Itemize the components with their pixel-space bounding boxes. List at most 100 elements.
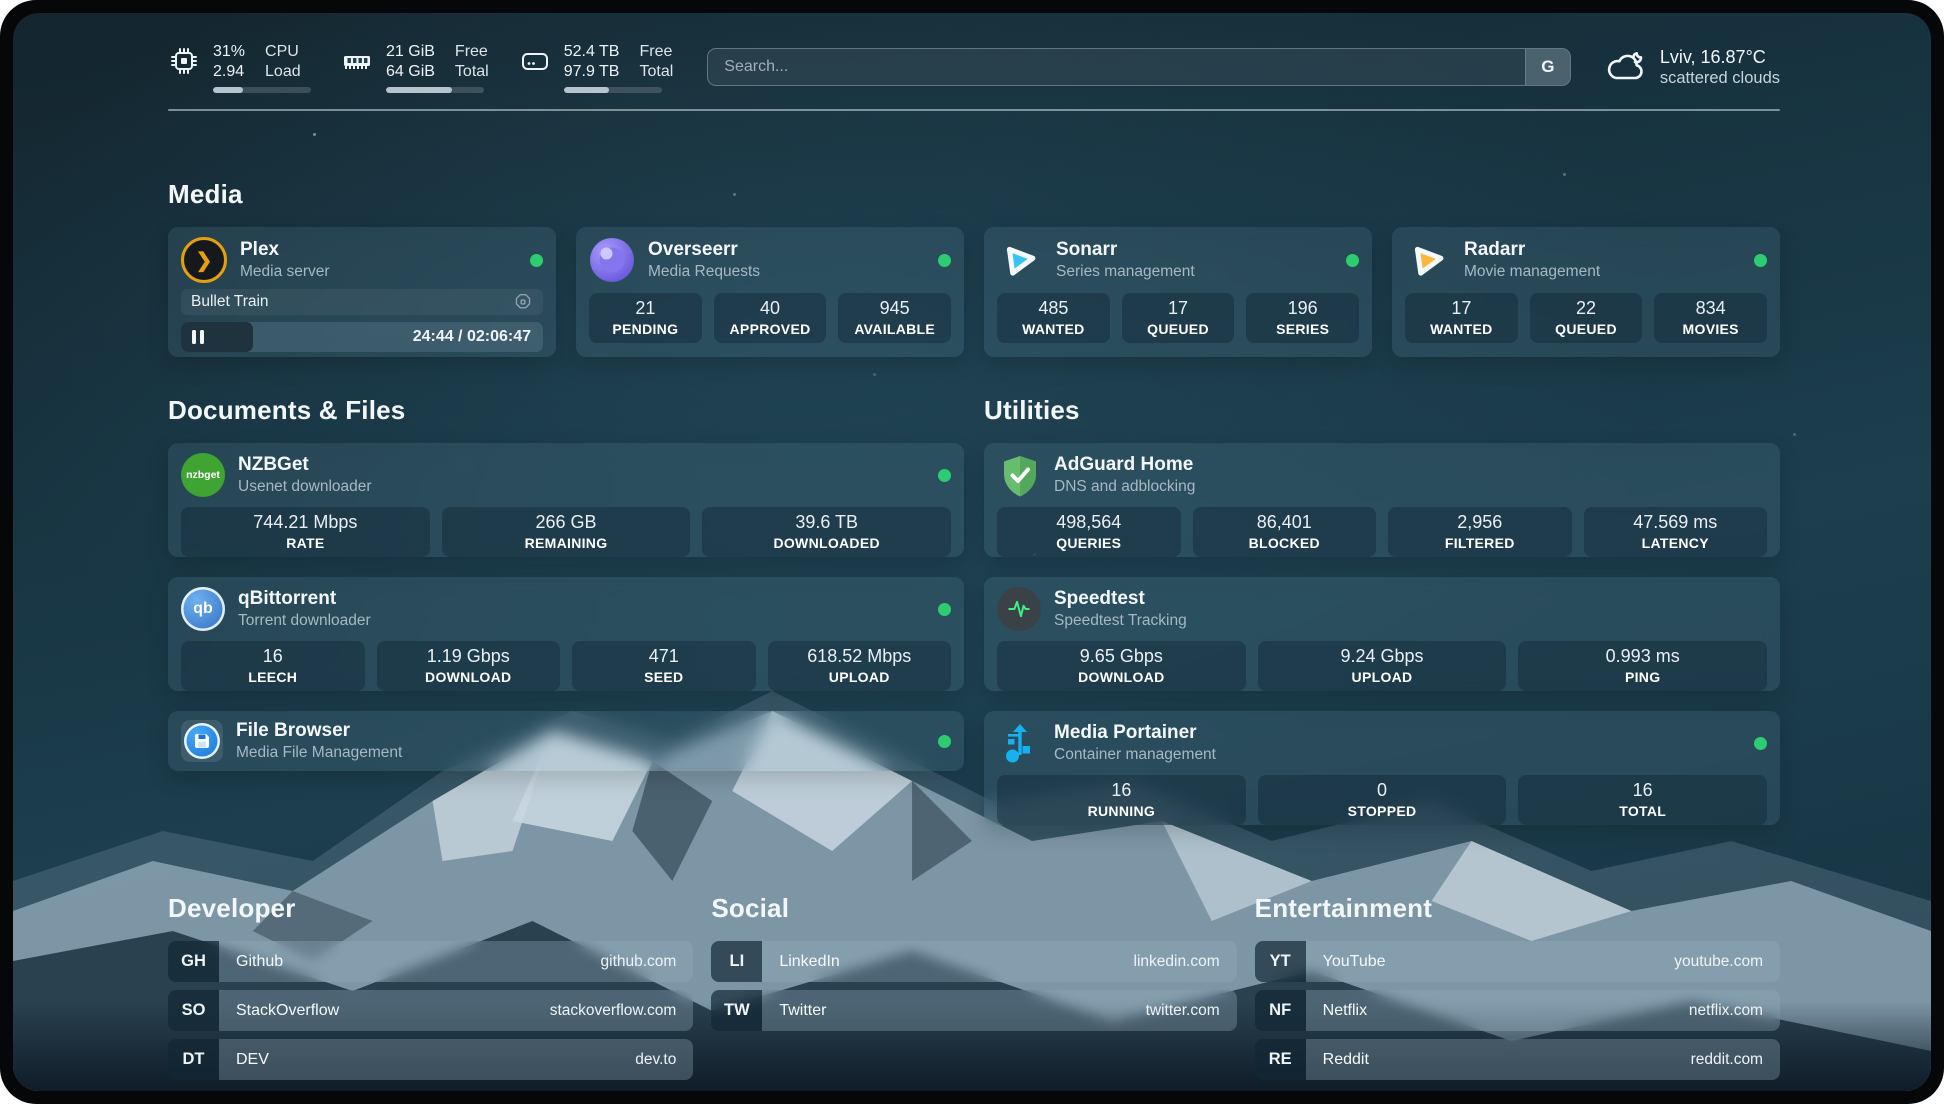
speedtest-icon: [997, 587, 1041, 631]
bookmark-name: Twitter: [779, 1002, 826, 1020]
status-dot: [938, 254, 951, 267]
stat-label: WANTED: [1022, 321, 1084, 338]
stat-label: LEECH: [248, 669, 297, 686]
stat-box: 86,401 BLOCKED: [1193, 507, 1377, 557]
status-dot: [530, 254, 543, 267]
memory-total-value: 64 GiB: [386, 62, 435, 82]
card-portainer[interactable]: Media Portainer Container management 16 …: [984, 711, 1780, 825]
stat-value: 485: [1038, 298, 1068, 319]
stat-label: TOTAL: [1619, 803, 1666, 820]
bookmark-dev[interactable]: DT DEV dev.to: [168, 1039, 693, 1080]
bookmark-url: github.com: [601, 953, 677, 971]
service-name: Media Portainer: [1054, 721, 1216, 745]
service-desc: Movie management: [1464, 262, 1600, 282]
stat-label: APPROVED: [730, 321, 811, 338]
cpu-label: CPU: [265, 42, 301, 62]
memory-widget: 21 GiB 64 GiB Free Total: [341, 42, 489, 93]
stat-label: SEED: [644, 669, 683, 686]
service-name: Speedtest: [1054, 587, 1187, 611]
disk-progress-bar: [564, 87, 662, 93]
bookmark-stackoverflow[interactable]: SO StackOverflow stackoverflow.com: [168, 990, 693, 1031]
stat-label: MOVIES: [1683, 321, 1739, 338]
stat-value: 86,401: [1257, 512, 1312, 533]
bookmark-abbr: LI: [711, 941, 762, 982]
stat-box: 834 MOVIES: [1654, 293, 1767, 343]
memory-icon: [341, 45, 373, 77]
status-dot: [1346, 254, 1359, 267]
stat-label: DOWNLOADED: [773, 535, 879, 552]
pause-icon[interactable]: [192, 330, 204, 344]
status-dot: [938, 603, 951, 616]
service-desc: Torrent downloader: [238, 611, 371, 631]
stat-label: AVAILABLE: [854, 321, 935, 338]
stat-label: LATENCY: [1642, 535, 1709, 552]
stat-value: 21: [635, 298, 655, 319]
card-speedtest[interactable]: Speedtest Speedtest Tracking 9.65 Gbps D…: [984, 577, 1780, 691]
cpu-load-label: Load: [265, 62, 301, 82]
service-name: File Browser: [236, 719, 402, 743]
stat-value: 2,956: [1457, 512, 1502, 533]
search-provider-button[interactable]: G: [1525, 49, 1570, 85]
stat-box: 40 APPROVED: [714, 293, 827, 343]
disk-widget: 52.4 TB 97.9 TB Free Total: [519, 42, 674, 93]
stat-value: 618.52 Mbps: [807, 646, 911, 667]
memory-total-label: Total: [455, 62, 489, 82]
stat-value: 22: [1576, 298, 1596, 319]
bookmark-linkedin[interactable]: LI LinkedIn linkedin.com: [711, 941, 1236, 982]
service-name: AdGuard Home: [1054, 453, 1195, 477]
card-radarr[interactable]: Radarr Movie management 17 WANTED 22: [1392, 227, 1780, 357]
section-title-media: Media: [168, 177, 1780, 211]
bookmark-netflix[interactable]: NF Netflix netflix.com: [1255, 990, 1780, 1031]
memory-free-label: Free: [455, 42, 489, 62]
section-title-utilities: Utilities: [984, 393, 1780, 427]
bookmark-github[interactable]: GH Github github.com: [168, 941, 693, 982]
card-adguard[interactable]: AdGuard Home DNS and adblocking 498,564 …: [984, 443, 1780, 557]
service-desc: Media Requests: [648, 262, 760, 282]
stat-value: 47.569 ms: [1633, 512, 1717, 533]
card-filebrowser[interactable]: File Browser Media File Management: [168, 711, 964, 771]
playback-time: 24:44 / 02:06:47: [413, 322, 531, 352]
cpu-widget: 31% 2.94 CPU Load: [168, 42, 311, 93]
bookmark-youtube[interactable]: YT YouTube youtube.com: [1255, 941, 1780, 982]
stat-value: 16: [263, 646, 283, 667]
stat-label: SERIES: [1276, 321, 1329, 338]
memory-free-value: 21 GiB: [386, 42, 435, 62]
stat-value: 471: [649, 646, 679, 667]
stat-value: 1.19 Gbps: [427, 646, 510, 667]
service-name: Sonarr: [1056, 238, 1195, 262]
bookmark-reddit[interactable]: RE Reddit reddit.com: [1255, 1039, 1780, 1080]
settings-icon[interactable]: [513, 292, 533, 312]
card-overseerr[interactable]: Overseerr Media Requests 21 PENDING 40: [576, 227, 964, 357]
section-developer: Developer GH Github github.com SO StackO…: [168, 891, 693, 1088]
stat-box: 16 RUNNING: [997, 775, 1246, 825]
card-nzbget[interactable]: nzbget NZBGet Usenet downloader 744.21 M…: [168, 443, 964, 557]
card-sonarr[interactable]: Sonarr Series management 485 WANTED 17: [984, 227, 1372, 357]
stat-label: DOWNLOAD: [1078, 669, 1164, 686]
card-qbittorrent[interactable]: qb qBittorrent Torrent downloader 16 LEE…: [168, 577, 964, 691]
service-desc: Speedtest Tracking: [1054, 611, 1187, 631]
stat-box: 16 TOTAL: [1518, 775, 1767, 825]
stat-label: BLOCKED: [1249, 535, 1320, 552]
cpu-usage-value: 31%: [213, 42, 245, 62]
bookmark-url: twitter.com: [1146, 1002, 1220, 1020]
search-input[interactable]: [708, 49, 1525, 85]
stat-box: 618.52 Mbps UPLOAD: [768, 641, 952, 691]
status-dot: [1754, 254, 1767, 267]
section-title-entertainment: Entertainment: [1255, 891, 1780, 925]
bookmark-twitter[interactable]: TW Twitter twitter.com: [711, 990, 1236, 1031]
card-plex[interactable]: ❯ Plex Media server Bullet Train: [168, 227, 556, 357]
stat-box: 2,956 FILTERED: [1388, 507, 1572, 557]
stat-box: 9.65 Gbps DOWNLOAD: [997, 641, 1246, 691]
filebrowser-icon: [181, 720, 223, 762]
service-desc: Media server: [240, 262, 330, 282]
bookmark-abbr: DT: [168, 1039, 219, 1080]
stat-box: 485 WANTED: [997, 293, 1110, 343]
stat-label: QUEUED: [1147, 321, 1209, 338]
stat-label: REMAINING: [525, 535, 608, 552]
stat-label: RUNNING: [1088, 803, 1155, 820]
stat-label: STOPPED: [1348, 803, 1417, 820]
bookmark-name: DEV: [236, 1051, 269, 1069]
stat-value: 0.993 ms: [1606, 646, 1680, 667]
weather-widget: Lviv, 16.87°C scattered clouds: [1605, 46, 1780, 89]
section-media: Media ❯ Plex Media server: [168, 177, 1780, 357]
